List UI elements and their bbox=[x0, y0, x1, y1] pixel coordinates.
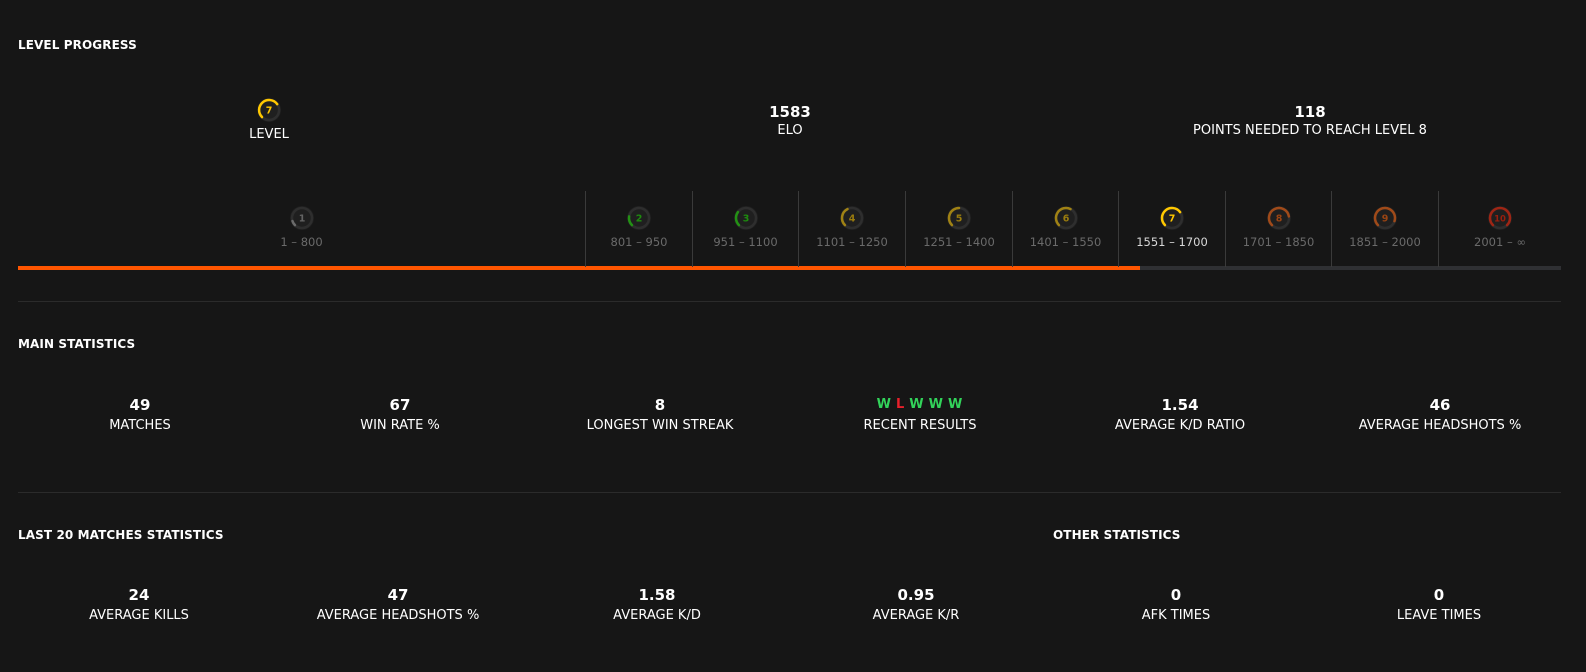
leave-times-label: LEAVE TIMES bbox=[1396, 608, 1482, 623]
level-segment-10: 10 2001 – ∞ bbox=[1438, 191, 1561, 267]
level-1-icon: 1 bbox=[289, 206, 314, 230]
segment-separator bbox=[585, 191, 586, 267]
svg-text:10: 10 bbox=[1494, 215, 1506, 225]
level-segment-1: 1 1 – 800 bbox=[218, 191, 385, 267]
current-level: 7 LEVEL bbox=[249, 96, 289, 142]
average-kd-value: 1.54 bbox=[1161, 396, 1199, 414]
level-6-icon: 6 bbox=[1053, 206, 1078, 230]
divider bbox=[18, 301, 1561, 302]
svg-text:2: 2 bbox=[636, 214, 643, 225]
recent-results-label: RECENT RESULTS bbox=[863, 418, 977, 433]
svg-text:7: 7 bbox=[266, 106, 273, 117]
leave-times-value: 0 bbox=[1433, 586, 1445, 604]
last20-statistics-title: LAST 20 MATCHES STATISTICS bbox=[18, 528, 224, 542]
result-win: W bbox=[928, 397, 944, 412]
svg-text:6: 6 bbox=[1062, 214, 1069, 225]
average-kd-label: AVERAGE K/D RATIO bbox=[1114, 418, 1246, 433]
recent-results-list: WLWWW bbox=[864, 396, 977, 414]
other-statistics-title: OTHER STATISTICS bbox=[1053, 528, 1181, 542]
win-rate-stat: 67 WIN RATE % bbox=[360, 396, 440, 434]
last20-kr-label: AVERAGE K/R bbox=[872, 608, 960, 623]
average-kd-stat: 1.54 AVERAGE K/D RATIO bbox=[1115, 396, 1245, 434]
last20-headshots-label: AVERAGE HEADSHOTS % bbox=[316, 608, 480, 623]
last20-headshots-stat: 47 AVERAGE HEADSHOTS % bbox=[317, 586, 480, 624]
level-10-range: 2001 – ∞ bbox=[1474, 235, 1526, 249]
level-8-range: 1701 – 1850 bbox=[1242, 235, 1315, 249]
recent-results-stat: WLWWW RECENT RESULTS bbox=[864, 396, 977, 434]
svg-text:1: 1 bbox=[298, 214, 305, 225]
last20-kd-value: 1.58 bbox=[638, 586, 676, 604]
afk-times-label: AFK TIMES bbox=[1141, 608, 1211, 623]
elo-stat: 1583 ELO bbox=[769, 103, 811, 139]
level-1-range: 1 – 800 bbox=[280, 235, 323, 249]
result-win: W bbox=[876, 397, 892, 412]
level-segment-5: 5 1251 – 1400 bbox=[905, 191, 1012, 267]
last20-kr-value: 0.95 bbox=[897, 586, 935, 604]
level-5-icon: 5 bbox=[947, 206, 971, 230]
level-progress-title: LEVEL PROGRESS bbox=[18, 38, 137, 52]
level-segment-3: 3 951 – 1100 bbox=[692, 191, 798, 267]
level-segment-2: 2 801 – 950 bbox=[585, 191, 692, 267]
svg-text:7: 7 bbox=[1169, 214, 1176, 225]
divider bbox=[18, 492, 1561, 493]
points-needed-value: 118 bbox=[1294, 103, 1326, 121]
longest-win-streak-label: LONGEST WIN STREAK bbox=[586, 418, 734, 433]
level-segment-4: 4 1101 – 1250 bbox=[798, 191, 905, 267]
level-2-icon: 2 bbox=[627, 206, 651, 230]
level-9-icon: 9 bbox=[1373, 206, 1397, 230]
result-loss: L bbox=[896, 397, 906, 412]
level-7-range: 1551 – 1700 bbox=[1136, 235, 1208, 249]
result-win: W bbox=[909, 397, 925, 412]
matches-label: MATCHES bbox=[109, 418, 171, 433]
level-segment-9: 9 1851 – 2000 bbox=[1331, 191, 1438, 267]
level-badge-icon: 7 bbox=[257, 98, 281, 122]
level-4-icon: 4 bbox=[840, 206, 864, 230]
average-headshots-value: 46 bbox=[1429, 396, 1451, 414]
level-10-icon: 10 bbox=[1488, 206, 1512, 230]
svg-text:4: 4 bbox=[849, 214, 856, 225]
average-kills-value: 24 bbox=[128, 586, 150, 604]
main-statistics-title: MAIN STATISTICS bbox=[18, 337, 136, 351]
last20-kd-label: AVERAGE K/D bbox=[613, 608, 701, 623]
svg-text:9: 9 bbox=[1382, 214, 1389, 225]
matches-stat: 49 MATCHES bbox=[109, 396, 171, 434]
last20-kr-stat: 0.95 AVERAGE K/R bbox=[873, 586, 960, 624]
average-kills-stat: 24 AVERAGE KILLS bbox=[89, 586, 189, 624]
longest-win-streak-stat: 8 LONGEST WIN STREAK bbox=[587, 396, 734, 434]
level-4-range: 1101 – 1250 bbox=[816, 235, 888, 249]
win-rate-label: WIN RATE % bbox=[360, 418, 440, 433]
svg-text:8: 8 bbox=[1275, 214, 1282, 225]
average-headshots-label: AVERAGE HEADSHOTS % bbox=[1358, 418, 1522, 433]
level-3-range: 951 – 1100 bbox=[713, 235, 778, 249]
matches-value: 49 bbox=[129, 396, 151, 414]
level-9-range: 1851 – 2000 bbox=[1349, 235, 1421, 249]
win-rate-value: 67 bbox=[389, 396, 411, 414]
level-7-icon: 7 bbox=[1160, 206, 1184, 230]
level-segment-8: 8 1701 – 1850 bbox=[1225, 191, 1331, 267]
points-needed-label: POINTS NEEDED TO REACH LEVEL 8 bbox=[1193, 123, 1427, 138]
level-3-icon: 3 bbox=[733, 206, 758, 230]
average-headshots-stat: 46 AVERAGE HEADSHOTS % bbox=[1359, 396, 1522, 434]
svg-text:3: 3 bbox=[742, 214, 749, 225]
level-8-icon: 8 bbox=[1266, 206, 1291, 230]
last20-headshots-value: 47 bbox=[387, 586, 409, 604]
level-6-range: 1401 – 1550 bbox=[1029, 235, 1102, 249]
longest-win-streak-value: 8 bbox=[654, 396, 666, 414]
elo-value: 1583 bbox=[769, 103, 811, 121]
average-kills-label: AVERAGE KILLS bbox=[89, 608, 189, 623]
level-segment-6: 6 1401 – 1550 bbox=[1012, 191, 1118, 267]
afk-times-value: 0 bbox=[1170, 586, 1182, 604]
afk-times-stat: 0 AFK TIMES bbox=[1142, 586, 1211, 624]
level-5-range: 1251 – 1400 bbox=[923, 235, 995, 249]
result-win: W bbox=[947, 397, 964, 412]
svg-text:5: 5 bbox=[956, 214, 963, 225]
elo-label: ELO bbox=[777, 123, 803, 138]
leave-times-stat: 0 LEAVE TIMES bbox=[1397, 586, 1481, 624]
level-2-range: 801 – 950 bbox=[610, 235, 668, 249]
points-needed-stat: 118 POINTS NEEDED TO REACH LEVEL 8 bbox=[1193, 103, 1427, 139]
last20-kd-stat: 1.58 AVERAGE K/D bbox=[613, 586, 701, 624]
level-label: LEVEL bbox=[249, 127, 289, 142]
level-track: 1 1 – 800 2 801 – 950 3 951 – 1100 4 1101 – 125… bbox=[18, 191, 1561, 271]
level-segment-7: 7 1551 – 1700 bbox=[1118, 191, 1225, 267]
